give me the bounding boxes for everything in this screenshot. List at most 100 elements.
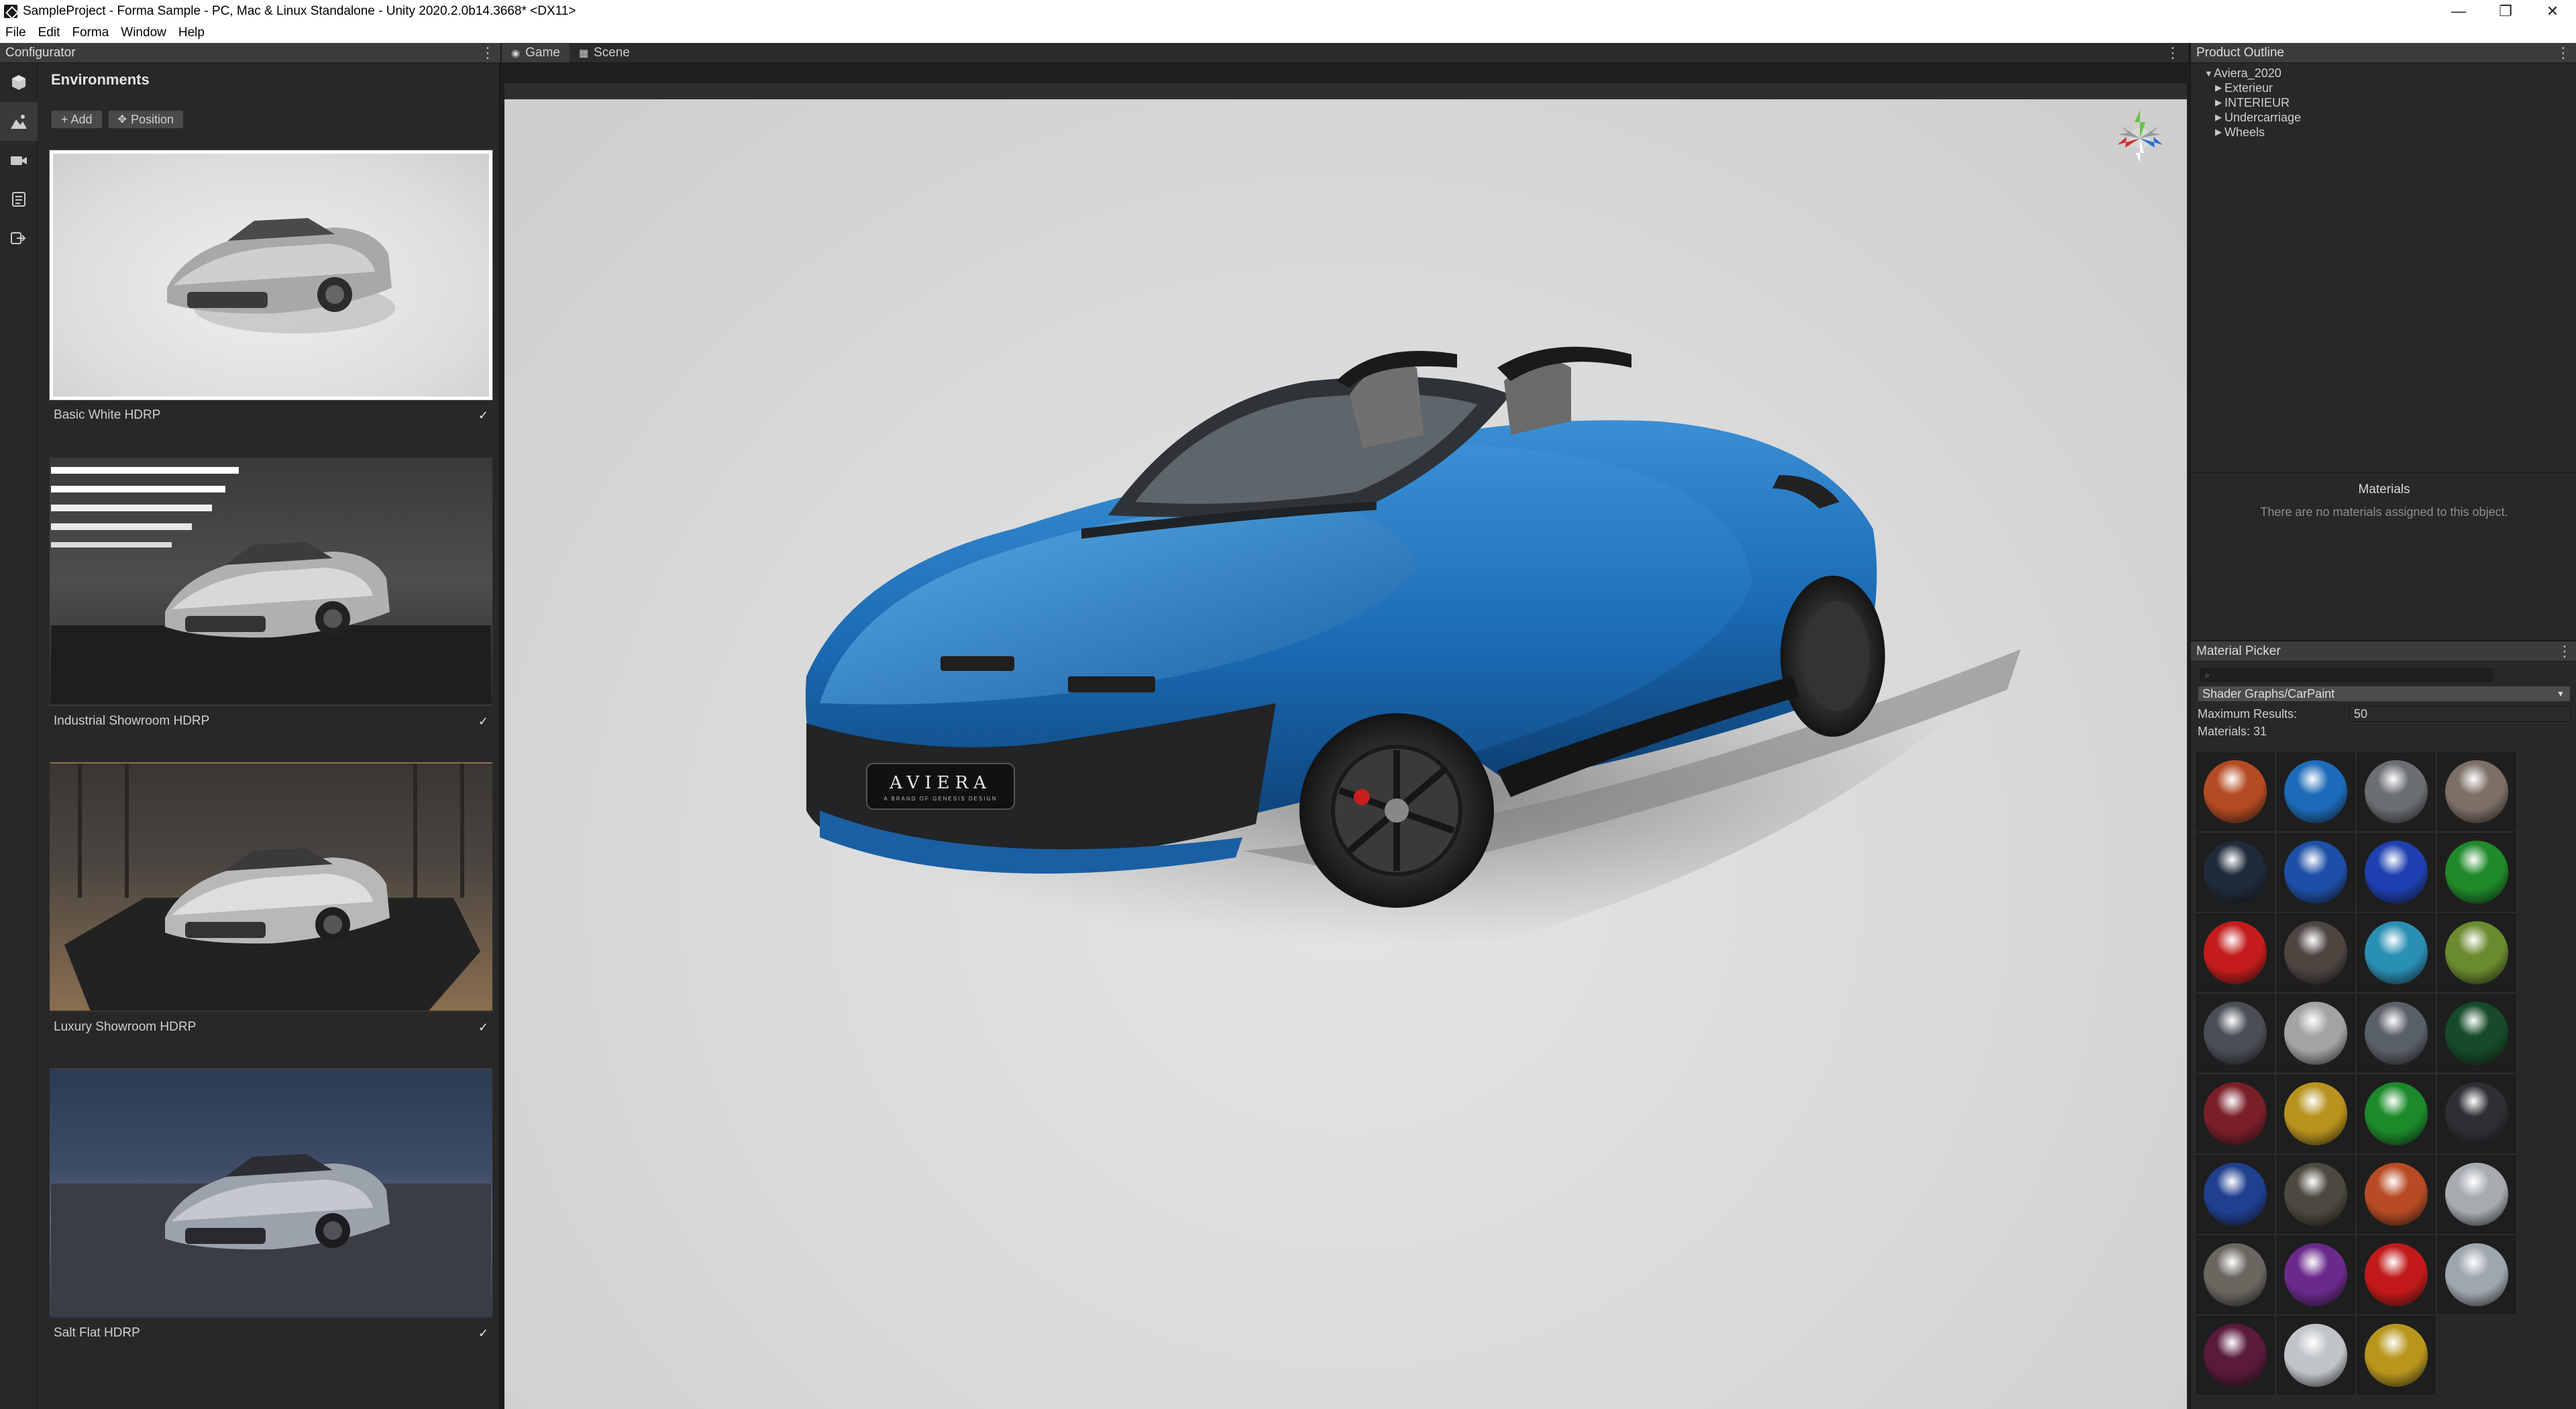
- configurator-title: Configurator: [5, 45, 76, 60]
- material-swatch[interactable]: [2357, 1236, 2435, 1314]
- check-icon[interactable]: ✓: [478, 715, 488, 729]
- environment-thumbnail[interactable]: [50, 762, 492, 1012]
- material-swatch[interactable]: [2277, 753, 2355, 831]
- max-results-field[interactable]: 50: [2349, 706, 2571, 722]
- environment-list: Basic White HDRP ✓ Industrial Showroom H…: [49, 150, 493, 1374]
- material-sphere-icon: [2284, 1243, 2347, 1306]
- material-swatch[interactable]: [2277, 994, 2355, 1072]
- check-icon[interactable]: ✓: [478, 1326, 488, 1341]
- search-input[interactable]: ⌕: [2200, 668, 2493, 682]
- material-sphere-icon: [2445, 1243, 2508, 1306]
- material-swatch[interactable]: [2357, 1155, 2435, 1233]
- environment-label: Luxury Showroom HDRP: [54, 1020, 197, 1034]
- environment-card[interactable]: Luxury Showroom HDRP ✓: [50, 762, 492, 1068]
- material-swatch[interactable]: [2438, 914, 2516, 992]
- export-icon[interactable]: [0, 219, 38, 258]
- material-swatch[interactable]: [2277, 914, 2355, 992]
- material-sphere-icon: [2204, 1324, 2267, 1387]
- menu-forma[interactable]: Forma: [72, 25, 109, 40]
- add-button[interactable]: + Add: [51, 110, 103, 129]
- material-swatch[interactable]: [2277, 1316, 2355, 1394]
- material-swatch[interactable]: [2196, 1155, 2274, 1233]
- material-swatch[interactable]: [2277, 833, 2355, 911]
- more-options-icon[interactable]: ⋮: [2557, 643, 2572, 660]
- material-sphere-icon: [2284, 841, 2347, 904]
- menu-window[interactable]: Window: [121, 25, 166, 40]
- material-swatch[interactable]: [2196, 994, 2274, 1072]
- material-swatch[interactable]: [2438, 994, 2516, 1072]
- shader-dropdown[interactable]: Shader Graphs/CarPaint ▼: [2198, 686, 2571, 702]
- scene-gizmo-icon[interactable]: [2100, 98, 2180, 178]
- environment-card[interactable]: Salt Flat HDRP ✓: [50, 1068, 492, 1374]
- material-swatch[interactable]: [2196, 1075, 2274, 1153]
- material-swatch[interactable]: [2438, 833, 2516, 911]
- collapsed-arrow-icon[interactable]: ▶: [2215, 83, 2224, 93]
- tab-game[interactable]: ◉ Game: [502, 44, 570, 62]
- camera-icon[interactable]: [0, 141, 38, 180]
- materials-empty-text: There are no materials assigned to this …: [2260, 505, 2508, 519]
- collapsed-arrow-icon[interactable]: ▶: [2215, 127, 2224, 138]
- environment-card[interactable]: Industrial Showroom HDRP ✓: [50, 456, 492, 762]
- material-swatch[interactable]: [2277, 1155, 2355, 1233]
- tree-item-label: Exterieur: [2224, 81, 2273, 95]
- material-swatch[interactable]: [2196, 914, 2274, 992]
- material-sphere-icon: [2445, 921, 2508, 984]
- material-sphere-icon: [2204, 1002, 2267, 1065]
- menu-bar: File Edit Forma Window Help: [0, 23, 2576, 43]
- material-sphere-icon: [2445, 841, 2508, 904]
- material-swatch[interactable]: [2357, 994, 2435, 1072]
- tab-scene[interactable]: ▦ Scene: [570, 44, 639, 62]
- cube-icon[interactable]: [0, 63, 38, 102]
- configurator-header: Configurator ⋮: [0, 43, 500, 63]
- material-swatch[interactable]: [2438, 753, 2516, 831]
- material-swatch[interactable]: [2357, 833, 2435, 911]
- menu-file[interactable]: File: [5, 25, 26, 40]
- max-results-label: Maximum Results:: [2198, 707, 2298, 721]
- minimize-icon[interactable]: —: [2435, 0, 2482, 23]
- material-sphere-icon: [2365, 1243, 2428, 1306]
- material-swatch[interactable]: [2277, 1236, 2355, 1314]
- collapsed-arrow-icon[interactable]: ▶: [2215, 112, 2224, 123]
- material-swatch[interactable]: [2196, 1236, 2274, 1314]
- more-options-icon[interactable]: ⋮: [2165, 44, 2180, 62]
- material-swatch[interactable]: [2196, 753, 2274, 831]
- environment-thumbnail[interactable]: [49, 150, 493, 401]
- material-swatch[interactable]: [2357, 753, 2435, 831]
- material-swatch[interactable]: [2438, 1155, 2516, 1233]
- unity-logo-icon: [4, 5, 17, 18]
- close-icon[interactable]: ✕: [2529, 0, 2576, 23]
- more-options-icon[interactable]: ⋮: [480, 44, 495, 62]
- tree-item-undercarriage[interactable]: ▶ Undercarriage: [2191, 110, 2576, 125]
- material-swatch[interactable]: [2438, 1236, 2516, 1314]
- tab-scene-label: Scene: [594, 46, 630, 60]
- menu-help[interactable]: Help: [178, 25, 205, 40]
- more-options-icon[interactable]: ⋮: [2556, 44, 2571, 62]
- list-icon[interactable]: [0, 180, 38, 219]
- search-icon: ⌕: [2205, 670, 2210, 680]
- material-swatch[interactable]: [2357, 1316, 2435, 1394]
- environment-icon[interactable]: [0, 102, 38, 141]
- check-icon[interactable]: ✓: [478, 409, 488, 423]
- menu-edit[interactable]: Edit: [38, 25, 60, 40]
- collapsed-arrow-icon[interactable]: ▶: [2215, 97, 2224, 108]
- material-swatch[interactable]: [2277, 1075, 2355, 1153]
- environment-thumbnail[interactable]: [50, 456, 492, 706]
- material-swatch[interactable]: [2357, 914, 2435, 992]
- tree-item-interieur[interactable]: ▶ INTERIEUR: [2191, 95, 2576, 110]
- max-results-row: Maximum Results: 50: [2198, 706, 2571, 722]
- material-swatch[interactable]: [2196, 833, 2274, 911]
- tree-item-exterieur[interactable]: ▶ Exterieur: [2191, 81, 2576, 95]
- restore-icon[interactable]: ❐: [2482, 0, 2529, 23]
- material-swatch[interactable]: [2357, 1075, 2435, 1153]
- environment-thumbnail[interactable]: [50, 1068, 492, 1318]
- expanded-arrow-icon[interactable]: ▼: [2204, 68, 2214, 79]
- material-swatch[interactable]: [2438, 1075, 2516, 1153]
- car-render: [805, 346, 2021, 947]
- tree-item-root[interactable]: ▼ Aviera_2020: [2191, 66, 2576, 81]
- position-button[interactable]: ✥ Position: [107, 110, 184, 129]
- environment-card[interactable]: Basic White HDRP ✓: [49, 150, 493, 456]
- check-icon[interactable]: ✓: [478, 1021, 488, 1035]
- scene-viewport[interactable]: AVIERA A BRAND OF GENESIS DESIGN: [504, 83, 2187, 1409]
- tree-item-wheels[interactable]: ▶ Wheels: [2191, 125, 2576, 140]
- material-swatch[interactable]: [2196, 1316, 2274, 1394]
